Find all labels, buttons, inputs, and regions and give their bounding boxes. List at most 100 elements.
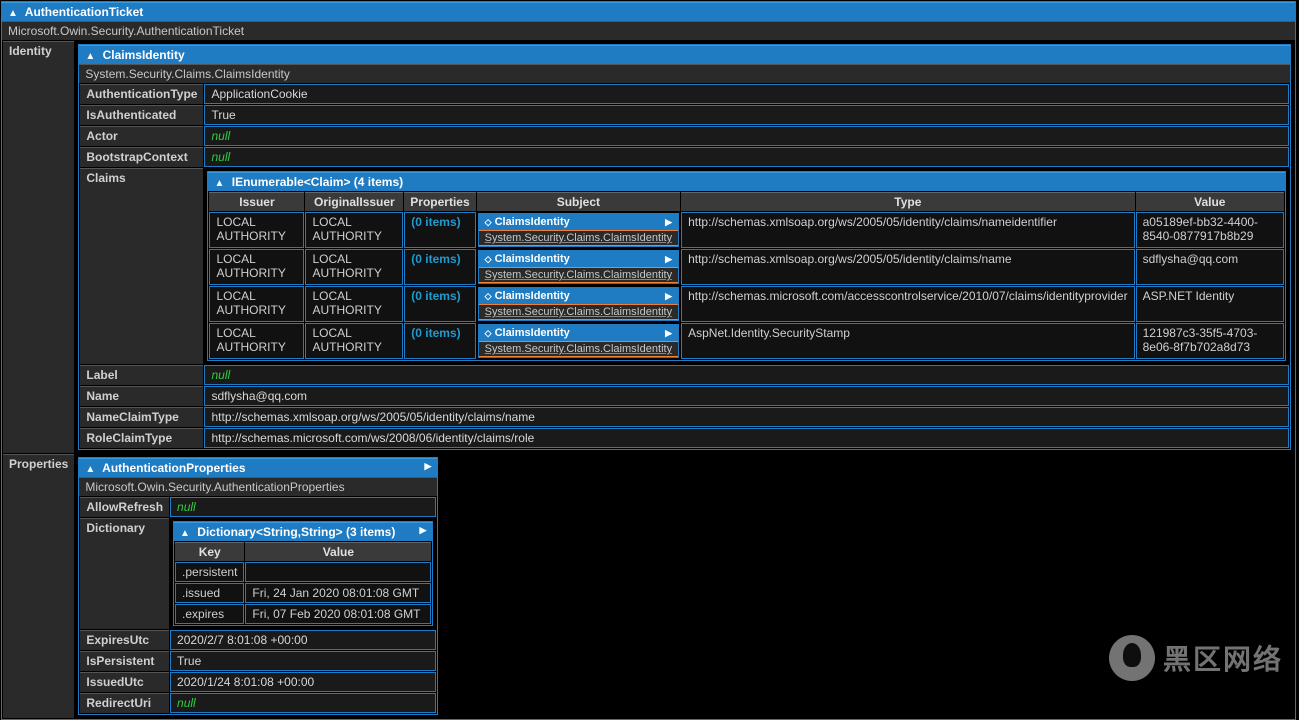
col-value[interactable]: Value <box>1136 192 1284 211</box>
redirecturi-label: RedirectUri <box>80 693 169 713</box>
nameclaimtype-value: http://schemas.xmlsoap.org/ws/2005/05/id… <box>204 407 1289 427</box>
claims-identity-type: System.Security.Claims.ClaimsIdentity <box>79 64 1290 83</box>
label-value: null <box>204 365 1289 385</box>
chevron-right-icon[interactable]: ▶ <box>419 525 426 539</box>
claim-properties[interactable]: (0 items) <box>404 249 475 285</box>
dict-key: .issued <box>175 583 244 603</box>
issuedutc-value: 2020/1/24 8:01:08 +00:00 <box>170 672 436 692</box>
claim-original-issuer: LOCAL AUTHORITY <box>305 323 403 359</box>
allowrefresh-value: null <box>170 497 436 517</box>
claim-subject-cell: ◇ClaimsIdentity▶System.Security.Claims.C… <box>477 249 680 285</box>
claim-row: LOCAL AUTHORITYLOCAL AUTHORITY(0 items)◇… <box>209 249 1284 285</box>
claim-value: a05189ef-bb32-4400-8540-0877917b8b29 <box>1136 212 1284 248</box>
col-type[interactable]: Type <box>681 192 1135 211</box>
claim-subject-type: System.Security.Claims.ClaimsIdentity <box>479 268 678 283</box>
claim-properties[interactable]: (0 items) <box>404 212 475 248</box>
dictionary-header[interactable]: ▲ Dictionary<String,String> (3 items) ▶ <box>174 522 432 541</box>
col-origissuer[interactable]: OriginalIssuer <box>305 192 403 211</box>
bootstrap-label: BootstrapContext <box>80 147 203 167</box>
isauth-value: True <box>204 105 1289 125</box>
col-properties[interactable]: Properties <box>404 192 475 211</box>
watermark-logo-icon <box>1109 635 1155 681</box>
collapse-icon[interactable]: ▲ <box>85 464 95 475</box>
roleclaimtype-label: RoleClaimType <box>80 428 203 448</box>
claims-identity-header[interactable]: ▲ ClaimsIdentity <box>79 45 1290 64</box>
claims-table-title: IEnumerable<Claim> (4 items) <box>232 175 403 189</box>
collapse-icon[interactable]: ▲ <box>214 178 224 189</box>
claim-properties[interactable]: (0 items) <box>404 286 475 322</box>
label-label: Label <box>80 365 203 385</box>
claims-identity-panel: ▲ ClaimsIdentity System.Security.Claims.… <box>78 44 1291 450</box>
collapse-icon[interactable]: ▲ <box>180 528 190 539</box>
claim-issuer: LOCAL AUTHORITY <box>209 323 304 359</box>
claim-type: AspNet.Identity.SecurityStamp <box>681 323 1135 359</box>
redirecturi-value: null <box>170 693 436 713</box>
claim-subject-header[interactable]: ◇ClaimsIdentity▶ <box>479 251 678 268</box>
claim-subject-cell: ◇ClaimsIdentity▶System.Security.Claims.C… <box>477 212 680 248</box>
root-title: AuthenticationTicket <box>25 5 143 19</box>
dict-row: .persistent <box>175 562 431 582</box>
claim-value: ASP.NET Identity <box>1136 286 1284 322</box>
dict-value: Fri, 24 Jan 2020 08:01:08 GMT <box>245 583 431 603</box>
col-issuer[interactable]: Issuer <box>209 192 304 211</box>
collapse-icon[interactable]: ▲ <box>8 8 18 19</box>
claims-header-row: Issuer OriginalIssuer Properties Subject… <box>209 192 1284 211</box>
claim-subject-panel[interactable]: ◇ClaimsIdentity▶System.Security.Claims.C… <box>478 213 679 247</box>
allowrefresh-label: AllowRefresh <box>80 497 169 517</box>
dict-key: .persistent <box>175 562 244 582</box>
claim-type: http://schemas.xmlsoap.org/ws/2005/05/id… <box>681 249 1135 285</box>
identity-label: Identity <box>3 41 74 453</box>
col-subject[interactable]: Subject <box>477 192 680 211</box>
bootstrap-value: null <box>204 147 1289 167</box>
claim-value: 121987c3-35f5-4703-8e06-8f7b702a8d73 <box>1136 323 1284 359</box>
watermark: 黑区网络 <box>1109 635 1283 681</box>
chevron-right-icon[interactable]: ▶ <box>424 461 431 475</box>
claim-subject-type: System.Security.Claims.ClaimsIdentity <box>479 342 678 357</box>
expiresutc-label: ExpiresUtc <box>80 630 169 650</box>
auth-props-type: Microsoft.Owin.Security.AuthenticationPr… <box>79 477 437 496</box>
claim-value: sdflysha@qq.com <box>1136 249 1284 285</box>
claim-issuer: LOCAL AUTHORITY <box>209 212 304 248</box>
root-header[interactable]: ▲ AuthenticationTicket <box>2 2 1295 21</box>
claim-subject-header[interactable]: ◇ClaimsIdentity▶ <box>479 325 678 342</box>
claims-identity-title: ClaimsIdentity <box>103 48 185 62</box>
claim-original-issuer: LOCAL AUTHORITY <box>305 249 403 285</box>
claim-original-issuer: LOCAL AUTHORITY <box>305 212 403 248</box>
root-type: Microsoft.Owin.Security.AuthenticationTi… <box>2 21 1295 40</box>
claim-subject-header[interactable]: ◇ClaimsIdentity▶ <box>479 214 678 231</box>
claim-original-issuer: LOCAL AUTHORITY <box>305 286 403 322</box>
claim-row: LOCAL AUTHORITYLOCAL AUTHORITY(0 items)◇… <box>209 286 1284 322</box>
claims-label: Claims <box>80 168 203 364</box>
claim-subject-panel[interactable]: ◇ClaimsIdentity▶System.Security.Claims.C… <box>478 250 679 284</box>
dictionary-label: Dictionary <box>80 518 169 629</box>
claim-subject-type: System.Security.Claims.ClaimsIdentity <box>479 305 678 320</box>
claim-type: http://schemas.microsoft.com/accesscontr… <box>681 286 1135 322</box>
dict-value-header[interactable]: Value <box>245 542 431 561</box>
claim-row: LOCAL AUTHORITYLOCAL AUTHORITY(0 items)◇… <box>209 212 1284 248</box>
claim-subject-panel[interactable]: ◇ClaimsIdentity▶System.Security.Claims.C… <box>478 324 679 358</box>
claim-subject-panel[interactable]: ◇ClaimsIdentity▶System.Security.Claims.C… <box>478 287 679 321</box>
claim-subject-header[interactable]: ◇ClaimsIdentity▶ <box>479 288 678 305</box>
authtype-value: ApplicationCookie <box>204 84 1289 104</box>
dict-value: Fri, 07 Feb 2020 08:01:08 GMT <box>245 604 431 624</box>
auth-props-header[interactable]: ▲ AuthenticationProperties ▶ <box>79 458 437 477</box>
isauth-label: IsAuthenticated <box>80 105 203 125</box>
dict-key-header[interactable]: Key <box>175 542 244 561</box>
watermark-text: 黑区网络 <box>1163 638 1283 678</box>
expiresutc-value: 2020/2/7 8:01:08 +00:00 <box>170 630 436 650</box>
collapse-icon[interactable]: ▲ <box>85 51 95 62</box>
roleclaimtype-value: http://schemas.microsoft.com/ws/2008/06/… <box>204 428 1289 448</box>
nameclaimtype-label: NameClaimType <box>80 407 203 427</box>
actor-label: Actor <box>80 126 203 146</box>
dictionary-panel: ▲ Dictionary<String,String> (3 items) ▶ … <box>173 521 433 626</box>
claim-properties[interactable]: (0 items) <box>404 323 475 359</box>
claims-table-header[interactable]: ▲ IEnumerable<Claim> (4 items) <box>208 172 1285 191</box>
claim-issuer: LOCAL AUTHORITY <box>209 249 304 285</box>
claim-subject-type: System.Security.Claims.ClaimsIdentity <box>479 231 678 246</box>
claim-subject-cell: ◇ClaimsIdentity▶System.Security.Claims.C… <box>477 286 680 322</box>
properties-label: Properties <box>3 454 74 718</box>
authtype-label: AuthenticationType <box>80 84 203 104</box>
auth-props-title: AuthenticationProperties <box>102 461 245 475</box>
claim-issuer: LOCAL AUTHORITY <box>209 286 304 322</box>
dictionary-title: Dictionary<String,String> (3 items) <box>197 525 395 539</box>
